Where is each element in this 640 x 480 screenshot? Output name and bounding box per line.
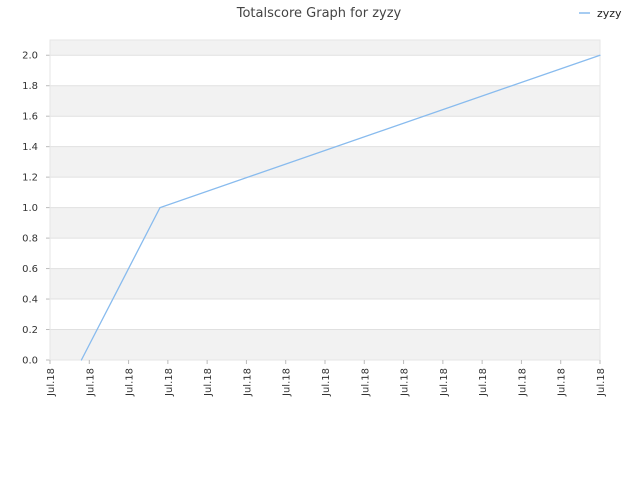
x-tick-label: Jul.18 xyxy=(125,368,136,397)
x-tick-labels: Jul.18 Jul.18 Jul.18 Jul.18 Jul.18 Jul.18 Jul.… xyxy=(46,368,607,397)
x-tick-label: Jul.18 xyxy=(478,368,489,397)
chart: Totalscore Graph for zyzy zyzy 0.0 0.2 0.4… xyxy=(22,6,622,397)
y-tick-label: 0.8 xyxy=(22,234,38,245)
x-tick-label: Jul.18 xyxy=(400,368,411,397)
y-tick-label: 0.6 xyxy=(22,264,38,275)
y-tick-label: 0.0 xyxy=(22,356,38,367)
plot-band xyxy=(50,40,600,56)
y-tick-label: 1.2 xyxy=(22,173,38,184)
data-point xyxy=(159,207,161,209)
y-tick-labels: 0.0 0.2 0.4 0.6 0.8 1.0 1.2 1.4 1.6 1.8 2.0 xyxy=(22,51,38,367)
y-tick-label: 1.6 xyxy=(22,112,38,123)
x-tick-label: Jul.18 xyxy=(203,368,214,397)
plot-band xyxy=(50,146,600,178)
y-tick-label: 1.8 xyxy=(22,81,38,92)
plot-band xyxy=(50,268,600,300)
x-tick-label: Jul.18 xyxy=(164,368,175,397)
x-tick-label: Jul.18 xyxy=(517,368,528,397)
legend-label: zyzy xyxy=(597,7,622,20)
data-point xyxy=(80,359,83,361)
x-tick-label: Jul.18 xyxy=(85,368,96,397)
x-tick-label: Jul.18 xyxy=(596,368,607,397)
x-tick-label: Jul.18 xyxy=(439,368,450,397)
y-tick-label: 1.0 xyxy=(22,203,38,214)
x-tick-label: Jul.18 xyxy=(360,368,371,397)
plot-band xyxy=(50,207,600,239)
x-tick-label: Jul.18 xyxy=(46,368,57,397)
y-tick-label: 0.2 xyxy=(22,325,38,336)
x-tick-label: Jul.18 xyxy=(557,368,568,397)
x-tick-label: Jul.18 xyxy=(242,368,253,397)
plot-band xyxy=(50,85,600,117)
plot-band xyxy=(50,329,600,360)
x-tick-label: Jul.18 xyxy=(282,368,293,397)
chart-title: Totalscore Graph for zyzy xyxy=(236,6,402,21)
plot-background xyxy=(50,40,600,360)
data-point xyxy=(599,54,601,56)
legend: zyzy xyxy=(579,7,622,20)
y-tick-label: 2.0 xyxy=(22,51,38,62)
x-tick-label: Jul.18 xyxy=(321,368,332,397)
y-tick-label: 1.4 xyxy=(22,142,38,153)
y-tick-label: 0.4 xyxy=(22,295,38,306)
